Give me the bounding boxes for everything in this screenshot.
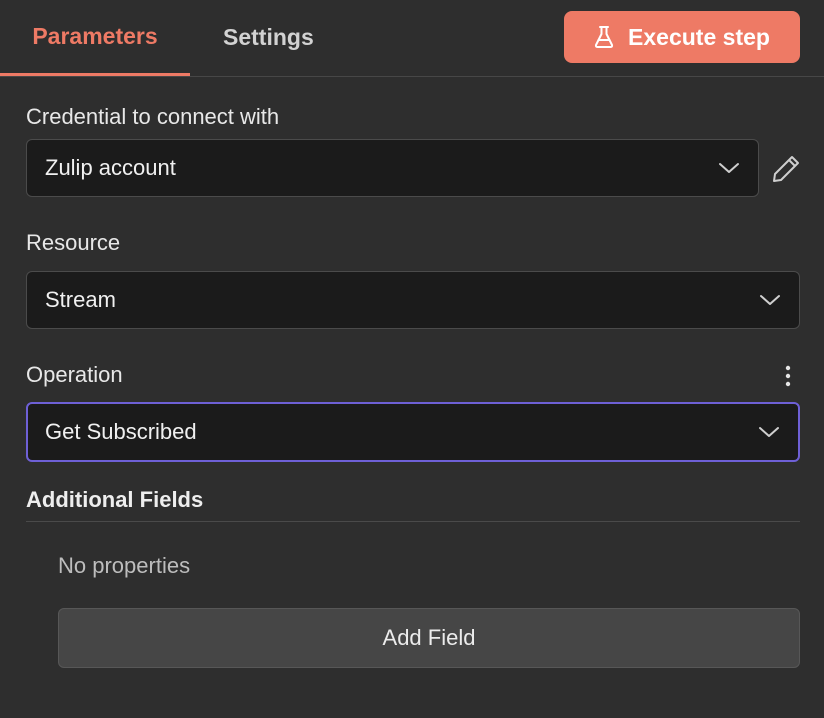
resource-label: Resource — [26, 230, 121, 255]
chevron-down-icon — [760, 295, 780, 305]
resource-select[interactable]: Stream — [26, 271, 800, 329]
execute-step-button[interactable]: Execute step — [564, 11, 800, 63]
execute-step-label: Execute step — [628, 23, 770, 50]
node-parameters-panel: Parameters Settings Execute step Credent… — [0, 0, 824, 718]
operation-label: Operation — [26, 362, 123, 387]
flask-icon — [594, 25, 614, 49]
operation-value: Get Subscribed — [45, 419, 197, 444]
tab-parameters[interactable]: Parameters — [0, 0, 190, 76]
chevron-down-icon — [719, 163, 739, 173]
section-divider — [26, 521, 800, 522]
credential-value: Zulip account — [45, 155, 176, 180]
credential-select[interactable]: Zulip account — [26, 139, 759, 197]
resource-value: Stream — [45, 287, 116, 312]
pencil-icon[interactable] — [770, 153, 802, 185]
no-properties-text: No properties — [58, 553, 191, 578]
operation-select[interactable]: Get Subscribed — [26, 402, 800, 462]
tab-bar: Parameters Settings Execute step — [0, 0, 824, 77]
chevron-down-icon — [759, 427, 779, 437]
add-field-button[interactable]: Add Field — [58, 608, 800, 668]
tab-settings[interactable]: Settings — [223, 0, 314, 74]
more-options-icon[interactable] — [778, 364, 798, 388]
add-field-label: Add Field — [382, 625, 476, 650]
credential-label: Credential to connect with — [26, 104, 280, 129]
tab-parameters-label: Parameters — [32, 23, 158, 49]
additional-fields-title: Additional Fields — [26, 487, 204, 512]
tab-settings-label: Settings — [223, 23, 314, 50]
